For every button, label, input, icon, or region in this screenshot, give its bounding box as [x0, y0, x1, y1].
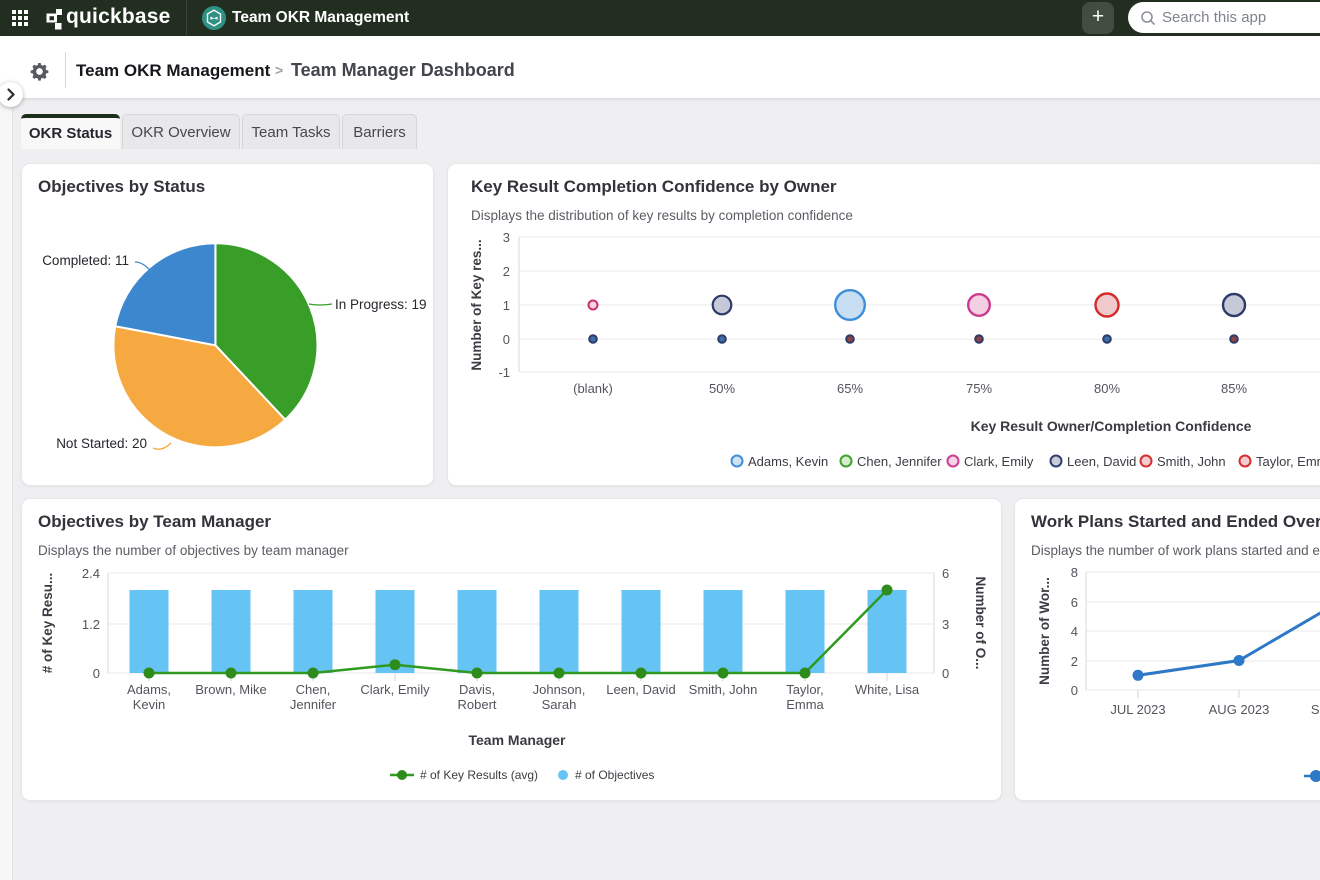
svg-text:0: 0 — [503, 332, 510, 347]
svg-text:Taylor, Emma: Taylor, Emma — [1256, 454, 1320, 469]
svg-text:3: 3 — [503, 230, 510, 245]
svg-text:In Progress: 19: In Progress: 19 — [335, 297, 427, 312]
svg-text:6: 6 — [1071, 595, 1078, 610]
svg-text:1: 1 — [503, 298, 510, 313]
svg-text:Taylor,: Taylor, — [786, 682, 824, 697]
svg-text:50%: 50% — [709, 381, 735, 396]
svg-text:2.4: 2.4 — [82, 566, 100, 581]
svg-text:# of Objectives: # of Objectives — [575, 768, 654, 782]
svg-text:0: 0 — [942, 666, 949, 681]
svg-text:4: 4 — [1071, 624, 1078, 639]
svg-text:8: 8 — [1071, 565, 1078, 580]
svg-text:Adams, Kevin: Adams, Kevin — [748, 454, 828, 469]
svg-text:Team Manager: Team Manager — [469, 732, 567, 748]
svg-text:(blank): (blank) — [573, 381, 613, 396]
svg-text:Leen, David: Leen, David — [1067, 454, 1136, 469]
svg-text:Adams,: Adams, — [127, 682, 171, 697]
svg-text:Completed: 11: Completed: 11 — [42, 253, 129, 268]
svg-text:0: 0 — [93, 666, 100, 681]
svg-text:1.2: 1.2 — [82, 617, 100, 632]
svg-text:Sarah: Sarah — [542, 697, 577, 712]
svg-text:80%: 80% — [1094, 381, 1120, 396]
svg-text:2: 2 — [1071, 654, 1078, 669]
svg-text:3: 3 — [942, 617, 949, 632]
svg-text:Davis,: Davis, — [459, 682, 495, 697]
svg-text:Chen, Jennifer: Chen, Jennifer — [857, 454, 942, 469]
svg-text:JUL 2023: JUL 2023 — [1110, 702, 1165, 717]
svg-text:Jennifer: Jennifer — [290, 697, 337, 712]
svg-text:85%: 85% — [1221, 381, 1247, 396]
svg-text:-1: -1 — [498, 365, 510, 380]
svg-text:2: 2 — [503, 264, 510, 279]
svg-text:White, Lisa: White, Lisa — [855, 682, 920, 697]
svg-text:6: 6 — [942, 566, 949, 581]
svg-text:Clark, Emily: Clark, Emily — [360, 682, 430, 697]
svg-text:Brown, Mike: Brown, Mike — [195, 682, 267, 697]
svg-text:AUG 2023: AUG 2023 — [1209, 702, 1270, 717]
svg-text:Number of Key res...: Number of Key res... — [469, 239, 484, 370]
svg-text:Clark, Emily: Clark, Emily — [964, 454, 1034, 469]
svg-text:Not Started: 20: Not Started: 20 — [56, 436, 147, 451]
svg-text:Smith, John: Smith, John — [1157, 454, 1226, 469]
svg-text:75%: 75% — [966, 381, 992, 396]
svg-text:Key Result Owner/Completion Co: Key Result Owner/Completion Confidence — [971, 418, 1252, 434]
svg-text:# of Key Resu...: # of Key Resu... — [40, 573, 55, 674]
svg-text:0: 0 — [1071, 683, 1078, 698]
svg-text:SEP 2023: SEP 2023 — [1311, 702, 1320, 717]
svg-text:Johnson,: Johnson, — [533, 682, 586, 697]
svg-text:65%: 65% — [837, 381, 863, 396]
svg-text:Emma: Emma — [786, 697, 824, 712]
svg-text:Kevin: Kevin — [133, 697, 166, 712]
svg-text:Robert: Robert — [457, 697, 496, 712]
svg-text:Chen,: Chen, — [296, 682, 331, 697]
svg-text:# of Key Results (avg): # of Key Results (avg) — [420, 768, 538, 782]
svg-text:Number of Wor...: Number of Wor... — [1037, 577, 1052, 685]
svg-text:Smith, John: Smith, John — [689, 682, 758, 697]
svg-text:Leen, David: Leen, David — [606, 682, 675, 697]
svg-text:Number of O...: Number of O... — [973, 576, 988, 669]
